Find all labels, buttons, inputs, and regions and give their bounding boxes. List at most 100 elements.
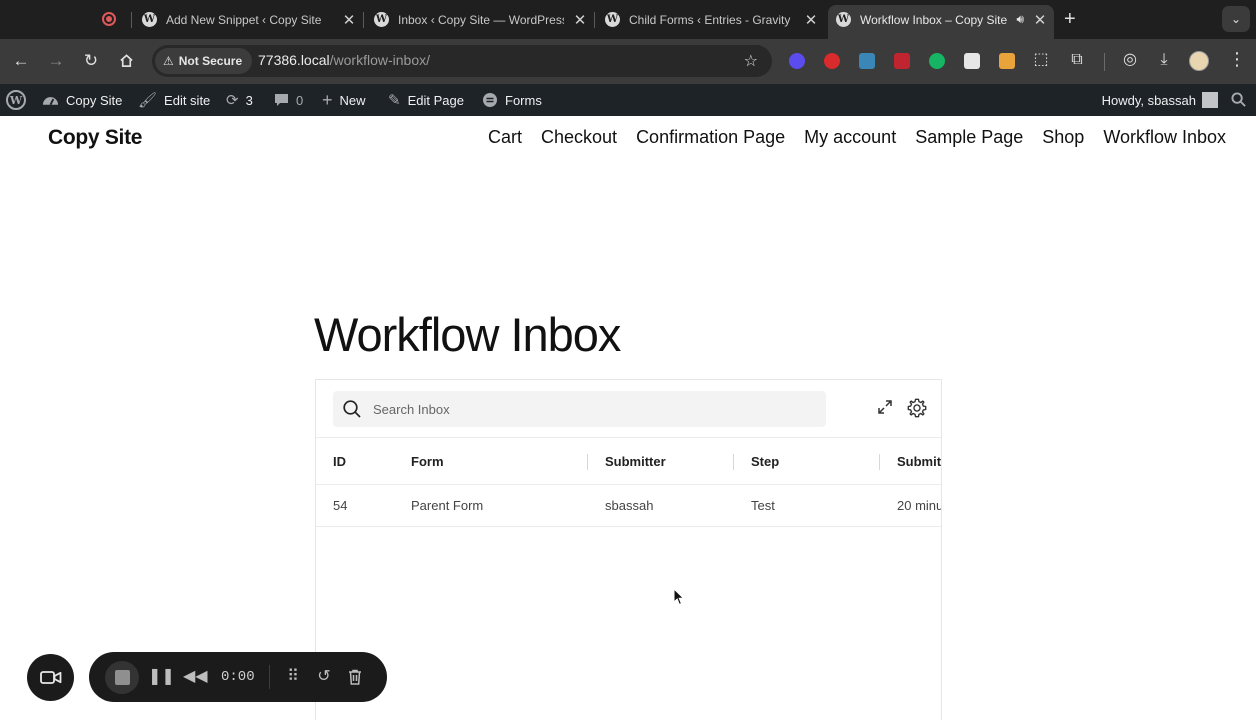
video-camera-icon [39, 671, 61, 684]
pencil-icon: ✎ [388, 92, 401, 109]
extension-hand-icon[interactable] [824, 53, 840, 69]
search-icon [343, 400, 361, 418]
admin-bar-edit-site-label: Edit site [164, 92, 211, 108]
gravity-forms-icon [482, 92, 498, 108]
cell-id: 54 [333, 498, 348, 513]
extension-window-icon[interactable] [964, 53, 980, 69]
stop-recording-button[interactable] [105, 661, 139, 694]
screenshot-extension-icon[interactable]: ⬚ [1031, 50, 1051, 70]
profile-avatar[interactable] [1189, 51, 1209, 71]
grid-drag-handle-icon[interactable]: ⠿ [282, 666, 304, 688]
grammarly-extension-icon[interactable] [929, 53, 945, 69]
url-host: 77386.local [258, 52, 330, 68]
admin-bar-edit-site[interactable]: 🖌︎ Edit site [138, 84, 210, 116]
nav-item-shop[interactable]: Shop [1042, 127, 1084, 148]
close-tab-icon[interactable]: ✕ [341, 11, 357, 29]
admin-bar-site-name[interactable]: Copy Site [42, 84, 122, 116]
home-icon[interactable] [114, 50, 138, 74]
admin-bar-my-account[interactable]: Howdy, sbassah [1102, 84, 1218, 116]
security-label: Not Secure [178, 54, 243, 68]
column-header-step[interactable]: Step [751, 438, 779, 484]
site-info-chip[interactable]: ⚠ Not Secure [155, 48, 253, 74]
column-resize-handle[interactable] [879, 454, 880, 470]
wp-logo-menu[interactable]: W [6, 84, 26, 116]
browser-tab-workflow-inbox[interactable]: W Workflow Inbox – Copy Site 🔊︎ ✕ [828, 5, 1054, 39]
workflow-inbox-panel: ID Form Submitter Step Submit 54 Parent … [315, 379, 942, 720]
search-input[interactable] [373, 391, 813, 427]
pause-icon[interactable]: ❚❚ [148, 666, 175, 688]
close-tab-icon[interactable]: ✕ [1032, 11, 1048, 29]
nav-item-confirmation-page[interactable]: Confirmation Page [636, 127, 785, 148]
restart-icon[interactable]: ↺ [313, 666, 335, 688]
trash-icon[interactable] [344, 666, 366, 692]
user-avatar [1202, 92, 1218, 108]
admin-bar-search-icon[interactable] [1231, 92, 1246, 107]
performance-icon[interactable]: ◎ [1120, 50, 1140, 70]
updates-icon: ⟳ [226, 92, 239, 109]
new-tab-button[interactable]: + [1064, 8, 1076, 30]
nav-item-cart[interactable]: Cart [488, 127, 522, 148]
cell-submitter: sbassah [605, 498, 654, 513]
recorder-divider [269, 665, 270, 689]
cell-submitted: 20 minu [897, 498, 942, 513]
admin-bar-forms[interactable]: Forms [482, 84, 542, 116]
column-header-submitted[interactable]: Submit [897, 438, 941, 484]
cell-step: Test [751, 498, 775, 513]
nav-item-workflow-inbox[interactable]: Workflow Inbox [1103, 127, 1226, 148]
comment-bubble-icon [274, 93, 289, 107]
browser-tab-inbox[interactable]: W Inbox ‹ Copy Site — WordPress ✕ [374, 5, 588, 34]
column-header-submitter[interactable]: Submitter [605, 438, 666, 484]
nav-item-sample-page[interactable]: Sample Page [915, 127, 1023, 148]
browser-tab-add-new-snippet[interactable]: W Add New Snippet ‹ Copy Site ✕ [142, 5, 357, 34]
bookmark-star-icon[interactable]: ☆ [744, 51, 758, 71]
admin-bar-new-label: New [339, 92, 366, 108]
plus-icon: + [322, 89, 333, 110]
admin-bar-forms-label: Forms [505, 92, 542, 108]
browser-toolbar: ← → ↻ ⚠ Not Secure 77386.local/workflow-… [0, 39, 1256, 84]
tab-title: Inbox ‹ Copy Site — WordPress [398, 12, 564, 27]
admin-bar-comments[interactable]: 0 [274, 84, 303, 116]
close-tab-icon[interactable]: ✕ [572, 11, 588, 29]
settings-gear-icon[interactable] [906, 397, 928, 419]
wordpress-favicon-icon: W [605, 12, 620, 27]
download-icon[interactable]: ⤓ [1154, 50, 1174, 70]
nav-item-my-account[interactable]: My account [804, 127, 896, 148]
extension-gear-icon[interactable] [789, 53, 805, 69]
tab-search-chevron-icon[interactable]: ⌄ [1222, 6, 1250, 32]
table-row[interactable]: 54 Parent Form sbassah Test 20 minu [316, 485, 942, 527]
nav-item-checkout[interactable]: Checkout [541, 127, 617, 148]
site-title[interactable]: Copy Site [48, 126, 142, 150]
column-header-id[interactable]: ID [333, 438, 346, 484]
close-tab-icon[interactable]: ✕ [803, 11, 819, 29]
admin-bar-new[interactable]: + New [322, 84, 366, 116]
extension-box-icon[interactable] [859, 53, 875, 69]
tab-separator [594, 12, 595, 28]
extension-bird-icon[interactable] [999, 53, 1015, 69]
wordpress-favicon-icon: W [836, 12, 851, 27]
browser-tab-child-forms[interactable]: W Child Forms ‹ Entries - Gravity ✕ [605, 5, 819, 34]
extensions-puzzle-icon[interactable]: ⧉ [1067, 50, 1087, 70]
column-resize-handle[interactable] [587, 454, 588, 470]
tab-separator [131, 12, 132, 28]
admin-bar-edit-page[interactable]: ✎ Edit Page [388, 84, 464, 116]
recording-timer: 0:00 [221, 669, 255, 685]
back-arrow-icon[interactable]: ← [9, 50, 33, 72]
extension-book-icon[interactable] [894, 53, 910, 69]
column-header-form[interactable]: Form [411, 438, 444, 484]
inbox-search [333, 391, 826, 427]
column-resize-handle[interactable] [733, 454, 734, 470]
speaker-icon[interactable]: 🔊︎ [1016, 12, 1024, 27]
primary-navigation: Cart Checkout Confirmation Page My accou… [488, 127, 1226, 148]
forward-arrow-icon[interactable]: → [44, 50, 68, 72]
camera-toggle-button[interactable] [27, 654, 74, 701]
url-text[interactable]: 77386.local/workflow-inbox/ [258, 52, 430, 68]
admin-bar-updates[interactable]: ⟳ 3 [226, 84, 253, 116]
address-bar[interactable]: ⚠ Not Secure 77386.local/workflow-inbox/… [152, 45, 772, 77]
tab-title: Workflow Inbox – Copy Site [860, 12, 1008, 27]
browser-menu-icon[interactable]: ⋮ [1228, 49, 1246, 70]
expand-icon[interactable] [877, 399, 893, 415]
wordpress-logo-icon: W [6, 90, 26, 110]
reload-icon[interactable]: ↻ [79, 50, 103, 72]
recording-indicator-icon [102, 12, 116, 26]
rewind-icon[interactable]: ◀◀ [183, 666, 208, 688]
